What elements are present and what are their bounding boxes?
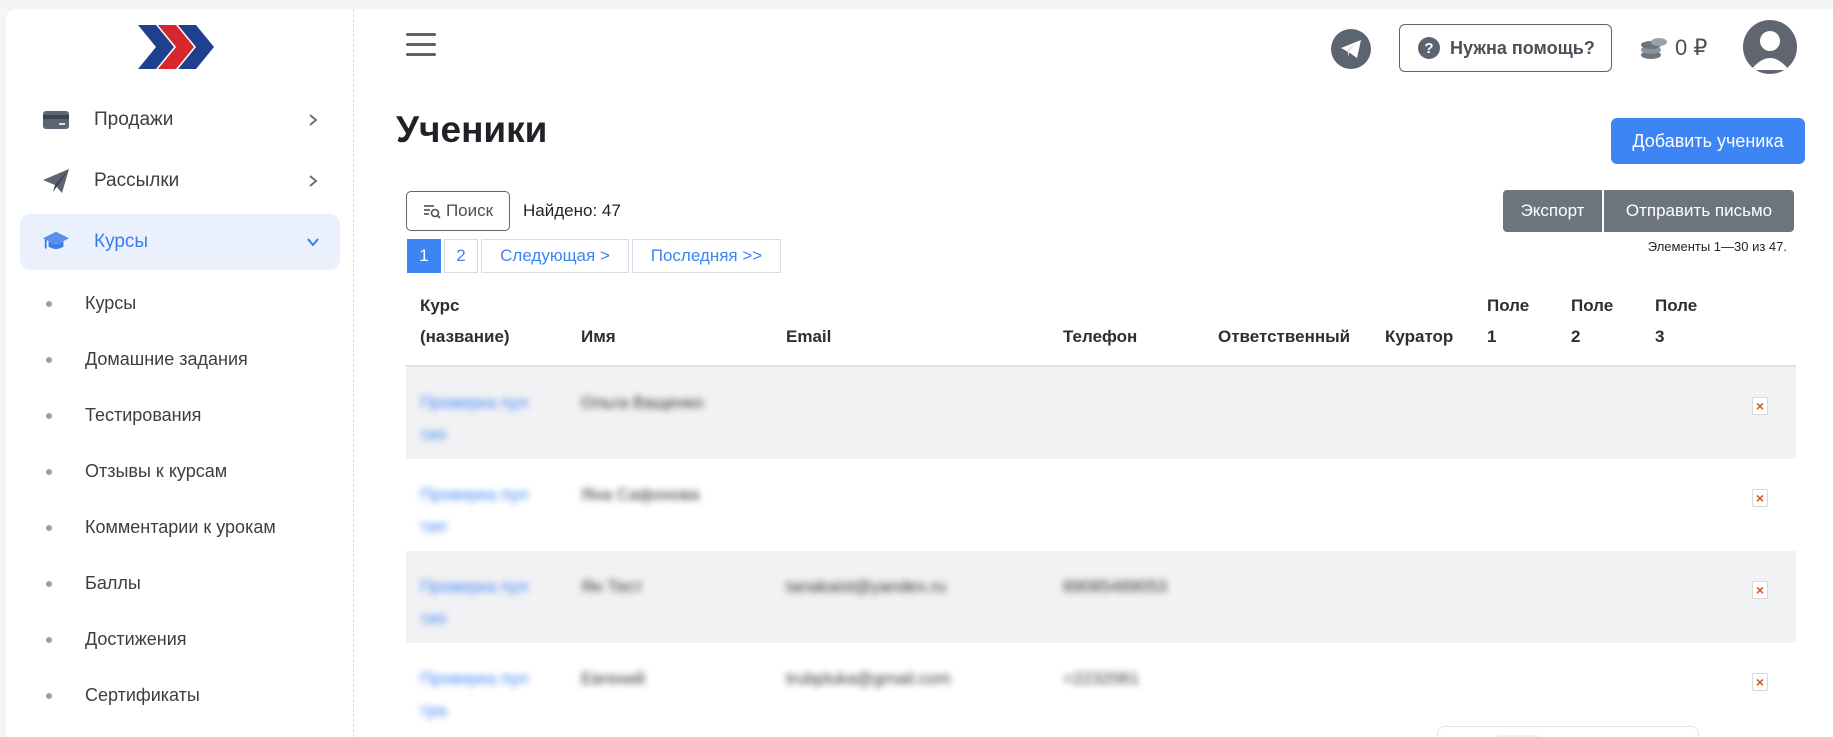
row-name: Ольга Ващенко [581,393,704,412]
table-row[interactable]: Проверка пул тип Ян Тест tanakaist@yande… [406,551,1796,643]
row-course-link[interactable]: Проверка пул тип [420,387,528,451]
delete-icon[interactable]: × [1752,581,1768,599]
bullet-icon [46,692,52,699]
found-count: Найдено: 47 [523,201,621,220]
bullet-icon [46,468,52,475]
sidebar-subitem-certificates[interactable]: Сертификаты [46,685,200,706]
app-root: Продажи Рассылки Курсы Курсы Домашние за… [0,0,1833,737]
table-row[interactable]: Проверка пул тип Ольга Ващенко × [406,367,1796,459]
items-range: Элементы 1—30 из 47. [1647,239,1787,254]
bullet-icon [46,356,52,363]
row-course-link[interactable]: Проверка пул тип [420,479,528,543]
chevron-down-icon [307,238,319,247]
graduation-cap-icon [42,228,70,256]
bullet-icon [46,524,52,531]
question-icon: ? [1418,37,1440,59]
column-header-email[interactable]: Email [786,321,831,352]
page-title: Ученики [396,109,548,150]
main-frame: Продажи Рассылки Курсы Курсы Домашние за… [6,9,1833,737]
row-course-link[interactable]: Проверка пул тра [420,663,528,727]
row-name: Ян Тест [581,577,643,596]
add-student-button[interactable]: Добавить ученика [1611,118,1805,164]
bullet-icon [46,412,52,419]
row-phone: +2232061 [1063,669,1140,688]
avatar[interactable] [1743,20,1797,74]
sidebar-subitem-homework[interactable]: Домашние задания [46,349,248,370]
search-filter-icon [423,205,441,219]
chevron-right-icon [309,175,318,187]
logo-icon[interactable] [136,23,218,71]
column-header-responsible[interactable]: Ответственный [1218,321,1350,352]
page-link-2[interactable]: 2 [444,239,478,273]
row-name: Евгений [581,669,646,688]
bullet-icon [46,580,52,587]
floating-widget[interactable] [1437,726,1699,737]
sidebar: Продажи Рассылки Курсы Курсы Домашние за… [6,9,354,737]
delete-icon[interactable]: × [1752,673,1768,691]
table-row[interactable]: Проверка пул тра Евгений trubpluka@gmail… [406,643,1796,735]
sidebar-item-sales[interactable]: Продажи [20,92,340,148]
pagination: 1 2 Следующая > Последняя >> [407,239,784,273]
sidebar-subitem-courses[interactable]: Курсы [46,293,136,314]
page-next-link[interactable]: Следующая > [481,239,629,273]
coins-icon [1641,38,1667,59]
search-button[interactable]: Поиск [406,191,510,231]
export-button[interactable]: Экспорт [1503,190,1602,232]
column-header-name[interactable]: Имя [581,321,616,352]
menu-toggle-icon[interactable] [406,33,436,59]
chevron-right-icon [309,114,318,126]
balance-value: 0 ₽ [1675,35,1708,60]
send-email-button[interactable]: Отправить письмо [1604,190,1794,232]
column-header-field2[interactable]: Поле 2 [1571,290,1613,352]
sidebar-subitem-points[interactable]: Баллы [46,573,141,594]
sidebar-subitem-comments[interactable]: Комментарии к урокам [46,517,276,538]
sidebar-item-label: Курсы [94,231,149,252]
credit-card-icon [42,106,70,134]
sidebar-item-mailings[interactable]: Рассылки [20,153,340,209]
sidebar-item-label: Продажи [94,109,174,130]
sidebar-item-courses[interactable]: Курсы [20,214,340,270]
row-name: Яна Сафонова [581,485,700,504]
delete-icon[interactable]: × [1752,397,1768,415]
delete-icon[interactable]: × [1752,489,1768,507]
column-header-curator[interactable]: Куратор [1385,321,1453,352]
row-course-link[interactable]: Проверка пул тип [420,571,528,635]
telegram-icon[interactable] [1331,29,1371,69]
help-button[interactable]: ? Нужна помощь? [1399,24,1612,72]
column-header-phone[interactable]: Телефон [1063,321,1137,352]
column-header-field3[interactable]: Поле 3 [1655,290,1697,352]
column-header-course[interactable]: Курс (название) [420,290,510,352]
sidebar-item-label: Рассылки [94,170,180,191]
paper-plane-icon [42,167,70,195]
sidebar-subitem-reviews[interactable]: Отзывы к курсам [46,461,227,482]
table-row[interactable]: Проверка пул тип Яна Сафонова × [406,459,1796,551]
page-last-link[interactable]: Последняя >> [632,239,781,273]
column-header-field1[interactable]: Поле 1 [1487,290,1529,352]
bullet-icon [46,636,52,643]
bullet-icon [46,300,52,307]
sidebar-subitem-tests[interactable]: Тестирования [46,405,201,426]
row-email: tanakaist@yandex.ru [786,577,946,596]
page-link-1[interactable]: 1 [407,239,441,273]
sidebar-subitem-achievements[interactable]: Достижения [46,629,187,650]
balance-widget[interactable]: 0 ₽ [1639,33,1707,63]
row-phone: 89085489053 [1063,577,1168,596]
row-email: trubpluka@gmail.com [786,669,951,688]
